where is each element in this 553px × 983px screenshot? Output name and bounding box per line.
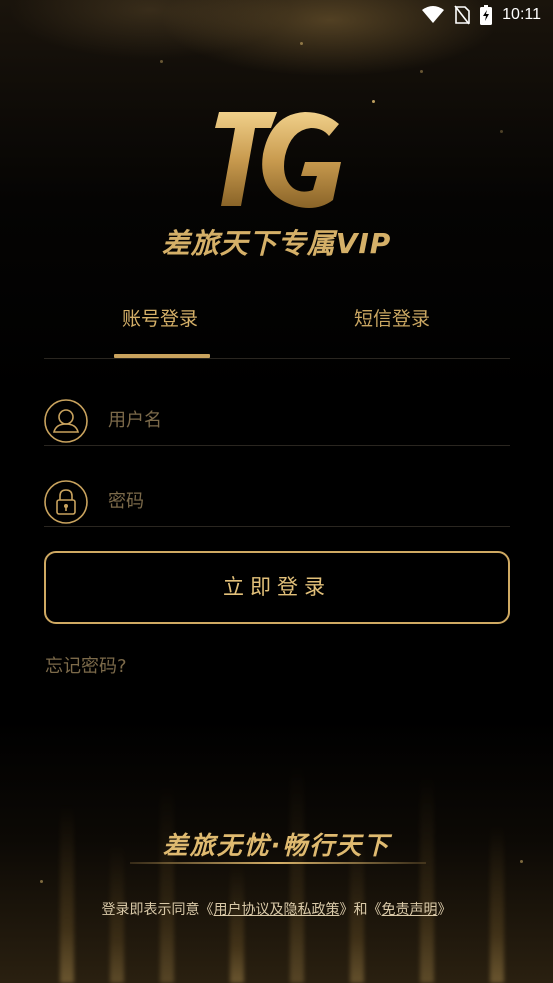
tabs-divider (44, 358, 510, 359)
light-beam (230, 863, 244, 983)
password-input[interactable] (106, 482, 500, 520)
light-beam (160, 783, 174, 983)
password-field (44, 474, 510, 538)
forgot-password-link[interactable]: 忘记密码? (45, 652, 127, 678)
tg-logo-icon (214, 112, 341, 208)
sparkle (300, 42, 303, 45)
quote-open: 《 (199, 902, 214, 918)
footer-slogan: 差旅无忧·畅行天下 (162, 831, 391, 860)
password-underline (44, 526, 510, 527)
light-beam (420, 773, 434, 983)
username-field (44, 393, 510, 457)
user-icon (44, 399, 88, 443)
quote-open: 《 (367, 902, 382, 918)
username-underline (44, 445, 510, 446)
lock-icon (44, 480, 88, 524)
light-beam (290, 763, 304, 983)
slogan-underline (130, 862, 426, 864)
user-agreement-link[interactable]: 用户协议及隐私政策 (214, 902, 340, 918)
tab-sms-login[interactable]: 短信登录 (354, 304, 430, 331)
brand-tagline: 差旅天下专属VIP (161, 227, 392, 260)
wifi-icon (422, 6, 445, 23)
sparkle (40, 880, 43, 883)
tab-account-login[interactable]: 账号登录 (122, 304, 198, 331)
agreement-and: 和 (353, 902, 368, 918)
quote-close: 》 (437, 902, 452, 918)
quote-close: 》 (339, 902, 354, 918)
status-time: 10:11 (502, 6, 541, 23)
username-input[interactable] (106, 401, 500, 439)
status-icons: 10:11 (422, 5, 541, 25)
sparkle (160, 60, 163, 63)
battery-charging-icon (480, 5, 493, 25)
sparkle (420, 70, 423, 73)
sparkle (372, 100, 375, 103)
disclaimer-link[interactable]: 免责声明 (382, 902, 438, 918)
login-button[interactable]: 立即登录 (44, 551, 510, 624)
no-sim-icon (454, 5, 470, 25)
agreement-prefix: 登录即表示同意 (101, 902, 200, 918)
agreement-text: 登录即表示同意《用户协议及隐私政策》和《免责声明》 (0, 899, 553, 919)
brand-logo (0, 108, 553, 216)
status-bar: 10:11 (0, 0, 553, 30)
login-tabs: 账号登录 短信登录 (44, 300, 510, 360)
